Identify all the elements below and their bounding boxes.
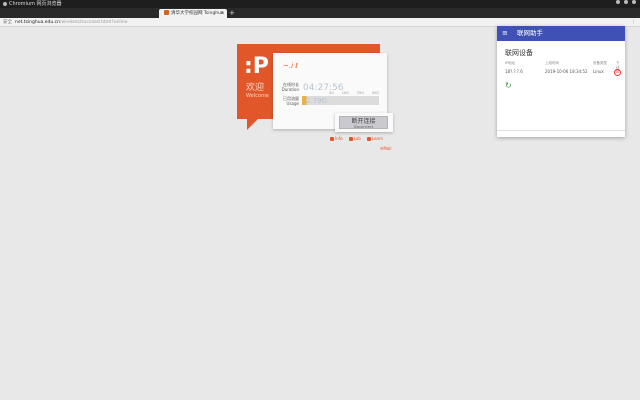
app-name: Chromium 网页浏览器 (9, 1, 62, 7)
refresh-icon[interactable]: ↻ (505, 82, 512, 90)
info-icon (330, 136, 334, 141)
mail-label: Mail (383, 146, 392, 151)
popup-header: ≡ 联网助手 (497, 26, 625, 41)
menu-icon[interactable]: ⋮ (632, 18, 637, 27)
usage-ticks: 5G 10G 25G 50G (329, 91, 379, 95)
welcome-text-en: Welcome (246, 93, 269, 99)
app-title: Chromium 网页浏览器 (3, 0, 62, 8)
col-type: 设备类型 (593, 61, 607, 65)
tray-icon[interactable] (616, 0, 620, 4)
tick-label: 25G (356, 91, 364, 95)
tray-icon[interactable] (632, 0, 636, 4)
lab-icon (348, 136, 353, 141)
tab-portal[interactable]: 清华大学校园网 Tsinghua × (159, 9, 227, 18)
os-top-bar: Chromium 网页浏览器 (0, 0, 640, 8)
disconnect-label-en: Disconnect (353, 125, 374, 129)
url-host: net.tsinghua.edu.cn (15, 20, 61, 25)
tick-label: 10G (341, 91, 349, 95)
tray-icon[interactable] (624, 0, 628, 4)
portal-logo: :P (244, 54, 269, 79)
favicon-icon (164, 10, 169, 15)
info-link[interactable]: Info (330, 136, 343, 141)
hamburger-menu-icon[interactable]: ≡ (502, 29, 508, 38)
tab-strip: 清华大学校园网 Tsinghua × (0, 8, 640, 18)
secure-label: 安全 (3, 20, 12, 25)
card-tail (247, 118, 259, 130)
tick-label: 5G (329, 91, 334, 95)
url-path: /wireless/succeed.html?online (60, 20, 128, 25)
popup-title: 联网助手 (517, 29, 543, 37)
footer-links: Info Lab Learn (330, 136, 383, 141)
tab-label: 清华大学校园网 Tsinghua (171, 11, 224, 16)
disconnect-button[interactable]: 断开连接 Disconnect (339, 116, 388, 129)
disconnect-label: 断开连接 (351, 118, 376, 125)
tick-label: 50G (371, 91, 379, 95)
offline-device-icon[interactable]: ⊘ (614, 69, 621, 76)
popup-divider (497, 130, 625, 131)
learn-icon (366, 136, 371, 141)
device-ip: 18?.?.?.6 (505, 69, 523, 74)
welcome-text: 欢迎 (246, 83, 265, 93)
usage-value: 2.79G (306, 97, 328, 105)
device-type: Linux (593, 69, 604, 74)
username: ~.i ℓ (283, 62, 299, 70)
mail-link[interactable]: ✉Mail (380, 146, 391, 151)
usage-label-en: Usage (286, 101, 299, 106)
device-time: 2019-10-06 18:34:52 (545, 69, 588, 74)
app-icon (3, 2, 7, 6)
extension-popup: ≡ 联网助手 联网设备 IP地址 上线时间 设备类型 下线 18?.?.?.6 … (497, 26, 625, 137)
lab-link[interactable]: Lab (348, 136, 361, 141)
new-tab-button[interactable]: + (229, 9, 235, 17)
duration-label-en: Duration (281, 87, 299, 92)
col-time: 上线时间 (545, 61, 559, 65)
close-icon[interactable]: × (220, 9, 224, 18)
popup-subtitle: 联网设备 (505, 49, 533, 57)
system-tray (616, 0, 636, 4)
learn-link[interactable]: Learn (366, 136, 383, 141)
col-ip: IP地址 (505, 61, 516, 65)
